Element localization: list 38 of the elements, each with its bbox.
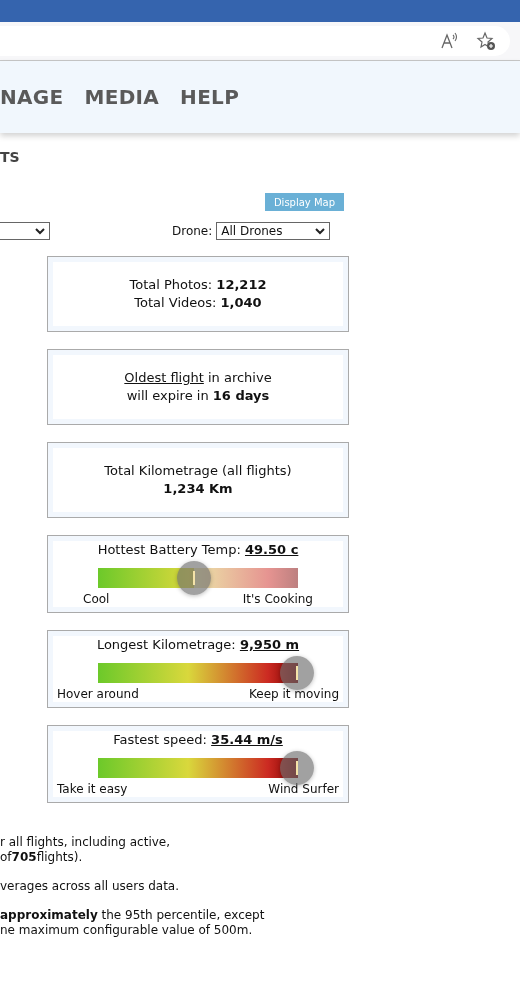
footnote-text: verages across all users data. — [0, 879, 181, 894]
footnote-text: approximately the 95th percentile, except — [0, 908, 266, 923]
gauge-value-link[interactable]: 49.50 c — [245, 542, 299, 557]
chevron-icon — [35, 227, 45, 235]
drone-select[interactable]: All Drones — [216, 222, 331, 240]
footnote-text: ne maximum configurable value of 500m. — [0, 923, 254, 938]
gauge-max-label: Wind Surfer — [268, 782, 339, 796]
gauge-title: Fastest speed: — [113, 732, 208, 747]
read-aloud-icon[interactable] — [440, 32, 460, 50]
stat-text: will expire in 16 days — [126, 387, 270, 405]
nav-link[interactable]: NAGE — [0, 85, 64, 109]
footnote-text: r all flights, including active, — [0, 835, 172, 850]
chevron-icon — [315, 227, 326, 235]
footnote-text: of705flights). — [0, 850, 84, 865]
stat-text: Total Videos: 1,040 — [134, 294, 262, 312]
gauge-thumb[interactable] — [280, 751, 314, 785]
nav-link[interactable]: HELP — [180, 85, 240, 109]
gauge-max-label: It's Cooking — [242, 592, 313, 606]
gauge-min-label: Hover around — [57, 687, 139, 701]
gauge-title: Longest Kilometrage: — [96, 637, 237, 652]
gauge-thumb[interactable] — [177, 561, 211, 595]
gauge-title: Hottest Battery Temp: — [97, 542, 242, 557]
stat-text: Total Photos: 12,212 — [129, 276, 267, 294]
filter-select[interactable] — [0, 222, 50, 240]
gauge-value-link[interactable]: 35.44 m/s — [211, 732, 283, 747]
stat-text: in archive — [206, 370, 272, 385]
drone-label: Drone: — [172, 224, 213, 238]
gauge-max-label: Keep it moving — [249, 687, 339, 701]
stat-text: 1,234 Km — [163, 480, 233, 498]
gauge-min-label: Cool — [83, 592, 110, 606]
gauge-value-link[interactable]: 9,950 m — [239, 637, 300, 652]
add-favorite-icon[interactable] — [476, 31, 496, 51]
gauge-min-label: Take it easy — [57, 782, 128, 796]
section-title: TS — [0, 149, 21, 167]
oldest-flight-link[interactable]: Oldest flight — [124, 370, 204, 385]
nav-link[interactable]: MEDIA — [84, 85, 160, 109]
stat-text: Total Kilometrage (all flights) — [104, 462, 292, 480]
gauge-thumb[interactable] — [280, 656, 314, 690]
